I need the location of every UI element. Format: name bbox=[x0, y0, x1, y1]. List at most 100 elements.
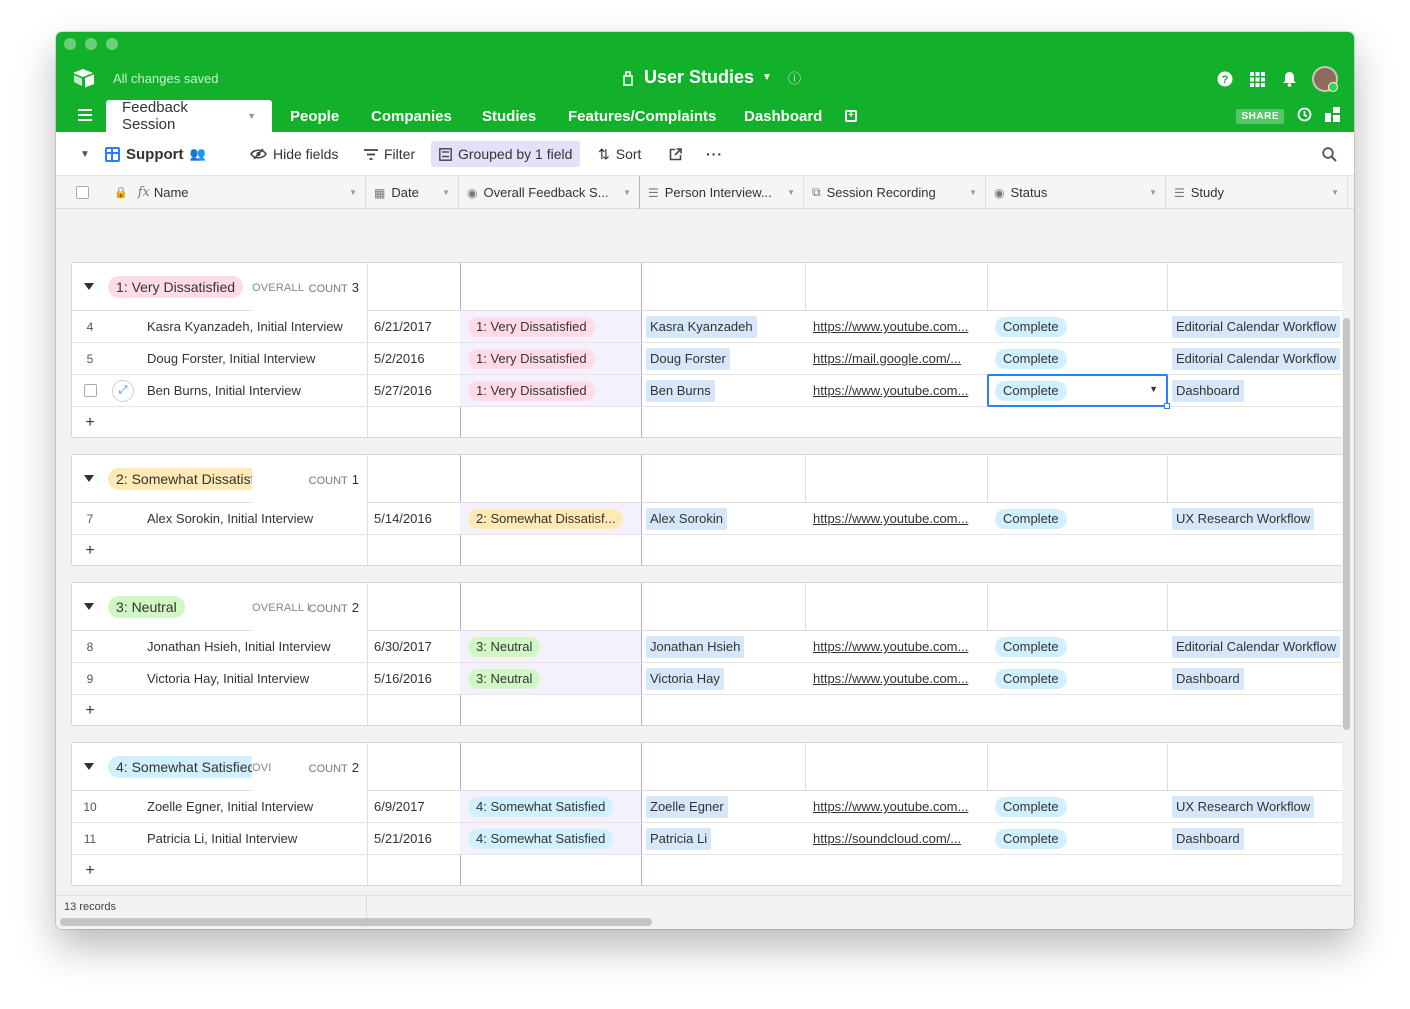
chevron-down-icon[interactable]: ▼ bbox=[1149, 384, 1158, 394]
base-title[interactable]: User Studies ▼ ⓘ bbox=[620, 67, 801, 88]
cell-person-interviewed[interactable]: Victoria Hay bbox=[646, 663, 798, 694]
recording-link[interactable]: https://www.youtube.com... bbox=[813, 639, 981, 654]
add-record-row[interactable]: + bbox=[72, 855, 1342, 885]
cell-session-recording[interactable]: https://mail.google.com/... bbox=[813, 343, 981, 374]
recording-link[interactable]: https://www.youtube.com... bbox=[813, 799, 981, 814]
add-record-icon[interactable]: + bbox=[72, 535, 108, 565]
cell-overall-feedback[interactable]: 3: Neutral bbox=[468, 663, 635, 694]
add-table-icon[interactable]: + bbox=[845, 110, 857, 122]
recording-link[interactable]: https://www.youtube.com... bbox=[813, 511, 981, 526]
column-header-status[interactable]: ◉ Status ▼ bbox=[986, 176, 1166, 209]
cell-overall-feedback[interactable]: 1: Very Dissatisfied bbox=[468, 343, 635, 374]
cell-person-interviewed[interactable]: Zoelle Egner bbox=[646, 791, 798, 822]
chevron-down-icon[interactable]: ▼ bbox=[442, 188, 450, 197]
linked-person-chip[interactable]: Victoria Hay bbox=[646, 667, 724, 690]
select-all-checkbox[interactable] bbox=[75, 186, 89, 199]
cell-study[interactable]: Dashboard bbox=[1172, 663, 1342, 694]
chevron-down-icon[interactable]: ▼ bbox=[1331, 188, 1339, 197]
column-header-study[interactable]: ☰ Study ▼ bbox=[1166, 176, 1348, 209]
expand-icon[interactable]: ⤢ bbox=[112, 379, 134, 402]
zoom-window-button[interactable] bbox=[106, 38, 118, 50]
cell-status[interactable]: Complete bbox=[995, 311, 1161, 342]
column-header-session-recording[interactable]: ⧉ Session Recording ▼ bbox=[804, 176, 986, 209]
info-icon[interactable]: ⓘ bbox=[788, 68, 801, 87]
help-icon[interactable]: ? bbox=[1216, 70, 1234, 88]
blocks-icon[interactable] bbox=[1324, 107, 1340, 126]
cell-status[interactable]: Complete bbox=[995, 343, 1161, 374]
cell-session-recording[interactable]: https://soundcloud.com/... bbox=[813, 823, 981, 854]
table-row[interactable]: 7 Alex Sorokin, Initial Interview 5/14/201… bbox=[72, 503, 1342, 535]
expand-record-button[interactable]: ⤢ bbox=[112, 375, 136, 406]
recording-link[interactable]: https://mail.google.com/... bbox=[813, 351, 981, 366]
horizontal-scrollbar[interactable] bbox=[60, 918, 652, 926]
column-header-date[interactable]: ▦ Date ▼ bbox=[366, 176, 459, 209]
sort-button[interactable]: ⇅ Sort bbox=[598, 132, 641, 176]
group-header[interactable]: 4: Somewhat Satisfied OVI COUNT 2 bbox=[72, 743, 1342, 791]
table-row[interactable]: 5 Doug Forster, Initial Interview 5/2/2016… bbox=[72, 343, 1342, 375]
chevron-down-icon[interactable]: ▼ bbox=[349, 188, 357, 197]
add-record-icon[interactable]: + bbox=[72, 695, 108, 725]
chevron-down-icon[interactable]: ▼ bbox=[623, 188, 631, 197]
cell-person-interviewed[interactable]: Doug Forster bbox=[646, 343, 798, 374]
cell-overall-feedback[interactable]: 4: Somewhat Satisfied bbox=[468, 791, 635, 822]
chevron-down-icon[interactable]: ▼ bbox=[1149, 188, 1157, 197]
linked-person-chip[interactable]: Jonathan Hsieh bbox=[646, 635, 745, 658]
cell-date[interactable]: 5/2/2016 bbox=[374, 343, 457, 374]
close-window-button[interactable] bbox=[64, 38, 76, 50]
linked-person-chip[interactable]: Doug Forster bbox=[646, 347, 730, 370]
filter-button[interactable]: Filter bbox=[364, 132, 415, 176]
cell-person-interviewed[interactable]: Kasra Kyanzadeh bbox=[646, 311, 798, 342]
cell-name[interactable]: Ben Burns, Initial Interview bbox=[147, 375, 361, 406]
collapse-group-icon[interactable] bbox=[84, 283, 94, 290]
table-row[interactable]: 10 Zoelle Egner, Initial Interview 6/9/201… bbox=[72, 791, 1342, 823]
history-icon[interactable] bbox=[1296, 107, 1312, 126]
table-row[interactable]: 9 Victoria Hay, Initial Interview 5/16/201… bbox=[72, 663, 1342, 695]
linked-study-chip[interactable]: Dashboard bbox=[1172, 667, 1244, 690]
cell-name[interactable]: Patricia Li, Initial Interview bbox=[147, 823, 361, 854]
linked-study-chip[interactable]: Editorial Calendar Workflow bbox=[1172, 635, 1341, 658]
selected-cell-editor[interactable]: ▼ Complete bbox=[987, 374, 1170, 409]
cell-person-interviewed[interactable]: Patricia Li bbox=[646, 823, 798, 854]
linked-study-chip[interactable]: Editorial Calendar Workflow bbox=[1172, 347, 1341, 370]
cell-session-recording[interactable]: https://www.youtube.com... bbox=[813, 311, 981, 342]
cell-session-recording[interactable]: https://www.youtube.com... bbox=[813, 503, 981, 534]
cell-overall-feedback[interactable]: 1: Very Dissatisfied bbox=[468, 375, 635, 406]
cell-date[interactable]: 6/30/2017 bbox=[374, 631, 457, 662]
airtable-logo-icon[interactable] bbox=[72, 68, 96, 88]
cell-date[interactable]: 5/16/2016 bbox=[374, 663, 457, 694]
linked-study-chip[interactable]: UX Research Workflow bbox=[1172, 507, 1315, 530]
table-row[interactable]: 11 Patricia Li, Initial Interview 5/21/201… bbox=[72, 823, 1342, 855]
cell-study[interactable]: UX Research Workflow bbox=[1172, 503, 1342, 534]
cell-overall-feedback[interactable]: 3: Neutral bbox=[468, 631, 635, 662]
cell-name[interactable]: Kasra Kyanzadeh, Initial Interview bbox=[147, 311, 361, 342]
cell-study[interactable]: UX Research Workflow bbox=[1172, 791, 1342, 822]
cell-overall-feedback[interactable]: 2: Somewhat Dissatisf... bbox=[468, 503, 635, 534]
recording-link[interactable]: https://www.youtube.com... bbox=[813, 319, 981, 334]
linked-study-chip[interactable]: UX Research Workflow bbox=[1172, 795, 1315, 818]
chevron-down-icon[interactable]: ▼ bbox=[787, 188, 795, 197]
linked-person-chip[interactable]: Patricia Li bbox=[646, 827, 712, 850]
cell-session-recording[interactable]: https://www.youtube.com... bbox=[813, 663, 981, 694]
recording-link[interactable]: https://soundcloud.com/... bbox=[813, 831, 981, 846]
cell-session-recording[interactable]: https://www.youtube.com... bbox=[813, 375, 981, 406]
minimize-window-button[interactable] bbox=[85, 38, 97, 50]
add-record-row[interactable]: + bbox=[72, 535, 1342, 565]
cell-study[interactable]: Editorial Calendar Workflow bbox=[1172, 631, 1342, 662]
cell-status[interactable]: Complete bbox=[995, 663, 1161, 694]
cell-person-interviewed[interactable]: Alex Sorokin bbox=[646, 503, 798, 534]
linked-study-chip[interactable]: Editorial Calendar Workflow bbox=[1172, 315, 1341, 338]
cell-session-recording[interactable]: https://www.youtube.com... bbox=[813, 791, 981, 822]
cell-name[interactable]: Jonathan Hsieh, Initial Interview bbox=[147, 631, 361, 662]
cell-overall-feedback[interactable]: 4: Somewhat Satisfied bbox=[468, 823, 635, 854]
collapse-group-icon[interactable] bbox=[84, 475, 94, 482]
linked-person-chip[interactable]: Kasra Kyanzadeh bbox=[646, 315, 757, 338]
chevron-down-icon[interactable]: ▼ bbox=[969, 188, 977, 197]
column-header-overall-feedback[interactable]: ◉ Overall Feedback S... ▼ bbox=[459, 176, 640, 209]
add-record-icon[interactable]: + bbox=[72, 407, 108, 437]
tab-dashboard[interactable]: Dashboard bbox=[744, 100, 822, 132]
cell-study[interactable]: Editorial Calendar Workflow bbox=[1172, 343, 1342, 374]
table-row[interactable]: 4 Kasra Kyanzadeh, Initial Interview 6/21/… bbox=[72, 311, 1342, 343]
vertical-scrollbar[interactable] bbox=[1343, 318, 1350, 730]
table-row[interactable]: 8 Jonathan Hsieh, Initial Interview 6/30/2… bbox=[72, 631, 1342, 663]
share-button[interactable]: SHARE bbox=[1236, 109, 1284, 124]
